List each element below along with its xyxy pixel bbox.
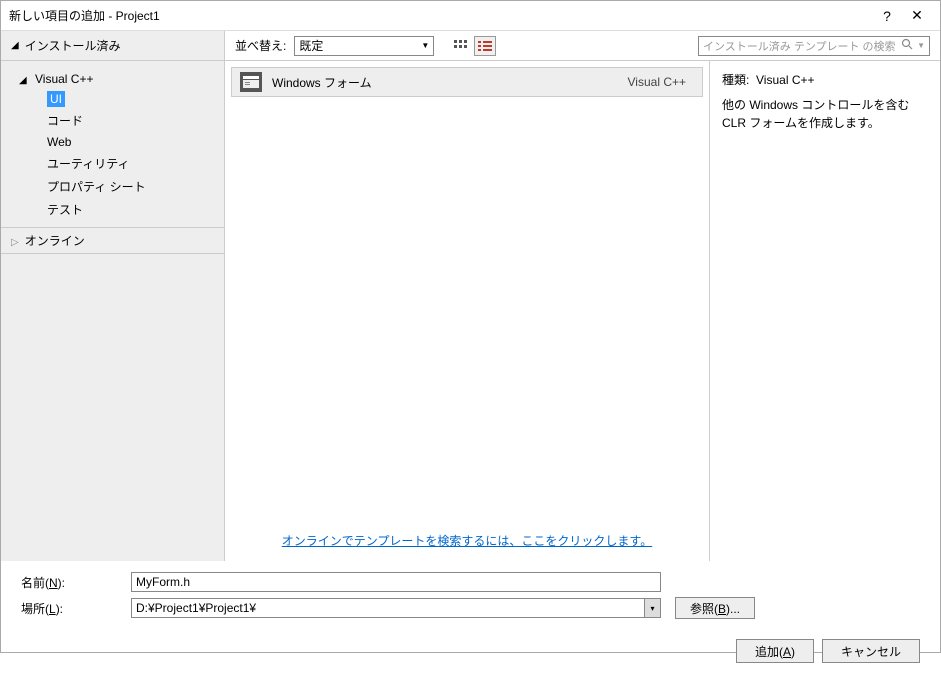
name-input[interactable]	[131, 572, 661, 592]
tree-node-visual-cpp[interactable]: ◢Visual C++	[1, 69, 224, 89]
sort-dropdown[interactable]: 既定 ▼	[294, 36, 434, 56]
description: 他の Windows コントロールを含む CLR フォームを作成します。	[722, 96, 928, 132]
view-grid-button[interactable]	[450, 36, 472, 56]
chevron-down-icon: ▼	[917, 41, 925, 50]
help-button[interactable]: ?	[872, 8, 902, 24]
location-row: 場所(L): D:¥Project1¥Project1¥ ▾ 参照(B)...	[21, 595, 920, 621]
window-title: 新しい項目の追加 - Project1	[9, 7, 872, 24]
cancel-button[interactable]: キャンセル	[822, 639, 920, 663]
template-item-language: Visual C++	[628, 75, 686, 89]
chevron-right-icon: ▷	[11, 237, 19, 248]
installed-tab-label: インストール済み	[25, 37, 121, 54]
location-label: 場所(L):	[21, 600, 131, 617]
tree-node-test[interactable]: テスト	[1, 198, 224, 221]
sidebar: ◢Visual C++ UI コード Web ユーティリティ プロパティ シート…	[1, 61, 225, 561]
location-value: D:¥Project1¥Project1¥	[136, 601, 256, 615]
view-mode-buttons	[450, 36, 496, 56]
add-button[interactable]: 追加(A)	[736, 639, 814, 663]
template-item-windows-form[interactable]: Windows フォーム Visual C++	[231, 67, 703, 97]
view-list-button[interactable]	[474, 36, 496, 56]
type-value: Visual C++	[756, 73, 814, 87]
name-row: 名前(N):	[21, 569, 920, 595]
template-item-name: Windows フォーム	[272, 74, 628, 91]
name-label: 名前(N):	[21, 574, 131, 591]
type-label: 種類:	[722, 73, 749, 87]
tree-node-web[interactable]: Web	[1, 132, 224, 152]
chevron-down-icon: ▼	[421, 41, 429, 50]
tree-node-utility[interactable]: ユーティリティ	[1, 152, 224, 175]
tree-node-ui[interactable]: UI	[1, 89, 224, 109]
sort-label: 並べ替え:	[235, 37, 286, 54]
list-icon	[478, 40, 492, 52]
grid-icon	[454, 40, 468, 52]
chevron-down-icon: ◢	[11, 40, 19, 51]
close-button[interactable]: ✕	[902, 7, 932, 24]
search-icon	[901, 38, 913, 53]
type-row: 種類: Visual C++	[722, 71, 928, 88]
titlebar: 新しい項目の追加 - Project1 ? ✕	[1, 1, 940, 31]
form-area: 名前(N): 場所(L): D:¥Project1¥Project1¥ ▾ 参照…	[1, 561, 940, 629]
installed-tab-header[interactable]: ◢ インストール済み	[1, 31, 225, 60]
template-list-panel: Windows フォーム Visual C++ オンラインでテンプレートを検索す…	[225, 61, 710, 561]
template-list: Windows フォーム Visual C++	[225, 61, 709, 520]
chevron-down-icon: ◢	[19, 75, 29, 86]
tree-node-property-sheet[interactable]: プロパティ シート	[1, 175, 224, 198]
tree-node-online[interactable]: ▷オンライン	[1, 227, 224, 254]
dialog-body: ◢Visual C++ UI コード Web ユーティリティ プロパティ シート…	[1, 61, 940, 561]
tree-node-code[interactable]: コード	[1, 109, 224, 132]
footer: 追加(A) キャンセル	[1, 629, 940, 673]
browse-button[interactable]: 参照(B)...	[675, 597, 755, 619]
online-search-link-wrap: オンラインでテンプレートを検索するには、ここをクリックします。	[225, 520, 709, 561]
search-placeholder: インストール済み テンプレート の検索 (Ctrl+E	[703, 38, 897, 54]
toolbar: ◢ インストール済み 並べ替え: 既定 ▼ インストール済み テンプレート の検…	[1, 31, 940, 61]
details-panel: 種類: Visual C++ 他の Windows コントロールを含む CLR …	[710, 61, 940, 561]
toolbar-right: 並べ替え: 既定 ▼ インストール済み テンプレート の検索 (Ctrl+E ▼	[225, 31, 940, 60]
online-search-link[interactable]: オンラインでテンプレートを検索するには、ここをクリックします。	[282, 534, 652, 548]
sort-value: 既定	[299, 37, 323, 54]
location-input[interactable]: D:¥Project1¥Project1¥ ▾	[131, 598, 661, 618]
form-icon	[240, 72, 262, 92]
chevron-down-icon: ▾	[644, 599, 660, 617]
search-input[interactable]: インストール済み テンプレート の検索 (Ctrl+E ▼	[698, 36, 930, 56]
